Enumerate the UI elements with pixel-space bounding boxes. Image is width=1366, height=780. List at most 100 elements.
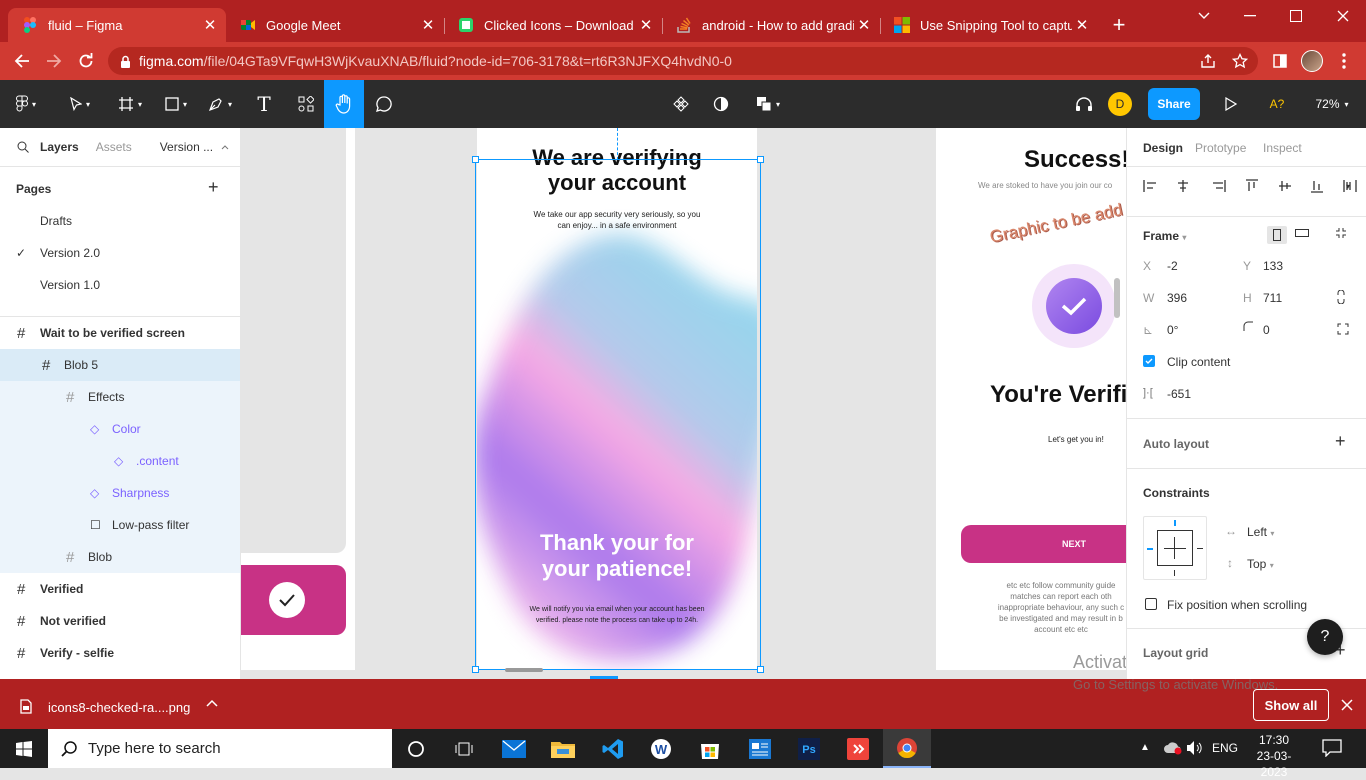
text-tool-button[interactable]: T	[248, 80, 280, 128]
page-item-version-2[interactable]: ✓ Version 2.0	[0, 237, 240, 269]
main-menu-button[interactable]: ▾	[6, 80, 46, 128]
mask-button[interactable]	[706, 80, 736, 128]
side-panel-icon[interactable]	[1264, 42, 1296, 80]
show-all-button[interactable]: Show all	[1253, 689, 1329, 721]
file-explorer-icon[interactable]	[539, 729, 587, 768]
landscape-orientation-icon[interactable]	[1295, 228, 1309, 238]
zoom-menu[interactable]: 72% ▾	[1308, 80, 1356, 128]
horizontal-scrollbar[interactable]	[505, 668, 543, 672]
anydesk-icon[interactable]	[834, 729, 882, 768]
tab-figma[interactable]: fluid – Figma ✕	[8, 8, 226, 42]
mail-app-icon[interactable]	[490, 729, 538, 768]
comment-tool-button[interactable]	[368, 80, 400, 128]
close-icon[interactable]: ✕	[1072, 16, 1092, 34]
tab-clicked-icons[interactable]: Clicked Icons – Download for ✕	[444, 8, 662, 42]
horizontal-constraint-select[interactable]: Left ▾	[1247, 525, 1274, 539]
frame-left-partial[interactable]	[241, 128, 355, 670]
layer-sharpness[interactable]: ◇ Sharpness	[0, 477, 240, 509]
layer-not-verified[interactable]: # Not verified	[0, 605, 240, 637]
clip-content-checkbox[interactable]	[1143, 355, 1155, 367]
vertical-scrollbar[interactable]	[1114, 278, 1120, 318]
tab-layers[interactable]: Layers	[40, 140, 79, 154]
chrome-taskbar-icon[interactable]	[883, 729, 931, 768]
photoshop-icon[interactable]: Ps	[785, 729, 833, 768]
resources-button[interactable]	[290, 80, 322, 128]
layer-effects[interactable]: # Effects	[0, 381, 240, 413]
vscode-icon[interactable]	[589, 729, 637, 768]
present-button[interactable]	[1218, 80, 1244, 128]
layer-wait-to-be-verified[interactable]: # Wait to be verified screen	[0, 317, 240, 349]
height-field[interactable]: 711	[1263, 291, 1282, 305]
layer-verify-selfie[interactable]: # Verify - selfie	[0, 637, 240, 669]
layer-verified[interactable]: # Verified	[0, 573, 240, 605]
selection-box[interactable]	[472, 156, 764, 673]
wordweb-icon[interactable]: W	[637, 729, 685, 768]
spacing-field[interactable]: -651	[1167, 387, 1191, 401]
close-icon[interactable]: ✕	[636, 16, 656, 34]
width-field[interactable]: 396	[1167, 291, 1187, 305]
fix-position-checkbox[interactable]	[1145, 598, 1157, 610]
clock[interactable]: 17:30 23-03-2023	[1244, 732, 1304, 780]
move-tool-button[interactable]: ▾	[60, 80, 100, 128]
store-icon[interactable]	[686, 729, 734, 768]
frame-verified[interactable]: Success! We are stoked to have you join …	[936, 128, 1126, 670]
add-auto-layout-button[interactable]: +	[1335, 431, 1346, 452]
constraint-widget[interactable]	[1143, 516, 1207, 580]
audio-headphones-icon[interactable]	[1070, 80, 1098, 128]
taskbar-search-box[interactable]: Type here to search	[48, 729, 392, 768]
forward-button[interactable]	[38, 42, 70, 80]
radius-field[interactable]: 0	[1263, 323, 1270, 337]
close-icon[interactable]: ✕	[418, 16, 438, 34]
onedrive-icon[interactable]	[1163, 741, 1183, 755]
layer-blob[interactable]: # Blob	[0, 541, 240, 573]
share-button[interactable]: Share	[1148, 88, 1200, 120]
reload-button[interactable]	[70, 42, 102, 80]
notifications-icon[interactable]	[1322, 739, 1342, 757]
distribute-chevron-icon[interactable]: ▾	[1346, 182, 1350, 191]
layer-blob-5[interactable]: # Blob 5	[0, 349, 240, 381]
tab-prototype[interactable]: Prototype	[1195, 141, 1246, 155]
tab-search-chevron-icon[interactable]	[1181, 0, 1227, 32]
layer-low-pass-filter[interactable]: ☐ Low-pass filter	[0, 509, 240, 541]
independent-corners-icon[interactable]	[1337, 323, 1349, 335]
resize-handle[interactable]	[757, 156, 764, 163]
vertical-constraint-select[interactable]: Top ▾	[1247, 557, 1274, 571]
tab-design[interactable]: Design	[1143, 141, 1183, 155]
profile-avatar[interactable]	[1296, 42, 1328, 80]
tab-google-meet[interactable]: Google Meet ✕	[226, 8, 444, 42]
constrain-proportions-icon[interactable]	[1337, 290, 1345, 304]
chevron-up-icon[interactable]	[221, 144, 229, 150]
share-page-icon[interactable]	[1200, 53, 1216, 69]
search-icon[interactable]	[17, 141, 29, 153]
user-avatar[interactable]: D	[1108, 80, 1132, 128]
frame-label[interactable]: Frame ▾	[1143, 229, 1186, 243]
pen-tool-button[interactable]: ▾	[200, 80, 240, 128]
close-icon[interactable]: ✕	[200, 16, 220, 34]
windows-start-icon[interactable]	[0, 729, 48, 768]
page-item-drafts[interactable]: Drafts	[0, 205, 240, 237]
layer-color[interactable]: ◇ Color	[0, 413, 240, 445]
close-icon[interactable]	[1341, 699, 1353, 711]
next-button[interactable]: NEXT	[961, 525, 1126, 563]
new-tab-button[interactable]: +	[1104, 8, 1134, 42]
input-language[interactable]: ENG	[1212, 741, 1238, 755]
page-item-version-1[interactable]: Version 1.0	[0, 269, 240, 301]
news-app-icon[interactable]	[736, 729, 784, 768]
add-page-button[interactable]: +	[208, 178, 219, 196]
shape-tool-button[interactable]: ▾	[156, 80, 196, 128]
component-button[interactable]	[666, 80, 696, 128]
y-field[interactable]: 133	[1263, 259, 1283, 273]
chrome-menu-icon[interactable]	[1328, 42, 1360, 80]
show-hidden-icons[interactable]: ▲	[1140, 742, 1150, 753]
omnibox[interactable]: figma.com/file/04GTa9VFqwH3WjKvauXNAB/fl…	[108, 47, 1258, 75]
rotation-field[interactable]: 0°	[1167, 323, 1178, 337]
frame-tool-button[interactable]: ▾	[110, 80, 150, 128]
resize-handle[interactable]	[757, 666, 764, 673]
back-button[interactable]	[6, 42, 38, 80]
resize-handle[interactable]	[472, 156, 479, 163]
resize-handle[interactable]	[472, 666, 479, 673]
portrait-orientation-icon[interactable]	[1267, 226, 1287, 244]
page-dropdown[interactable]: Version ...	[160, 140, 213, 154]
chevron-up-icon[interactable]	[206, 699, 218, 707]
minimize-button[interactable]	[1227, 0, 1273, 32]
